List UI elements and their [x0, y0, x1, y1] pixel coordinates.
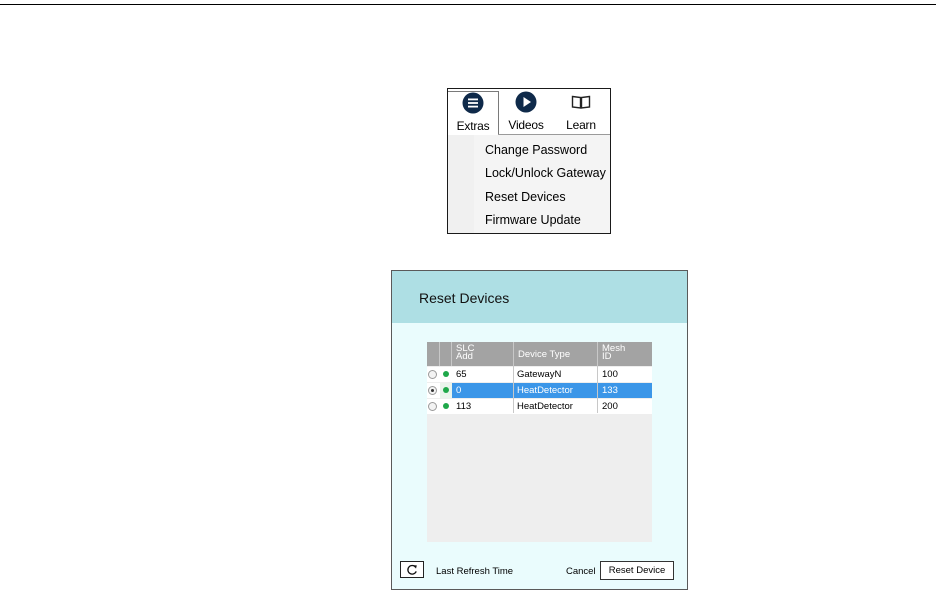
cell-device-type: HeatDetector: [517, 401, 573, 412]
cell-device-type: GatewayN: [517, 369, 562, 380]
toolbar-tab-learn[interactable]: Learn: [555, 91, 607, 135]
header-slc-add[interactable]: SLC Add: [452, 342, 514, 366]
play-icon: [515, 91, 537, 113]
cell-mesh-id: 200: [602, 401, 618, 412]
cell-slc-add: 65: [456, 369, 467, 380]
toolbar-tab-label: Extras: [456, 119, 490, 133]
cell-mesh-id: 133: [602, 385, 618, 396]
row-radio-checked[interactable]: [428, 386, 437, 395]
header-label: Device Type: [518, 349, 571, 360]
row-radio[interactable]: [428, 370, 437, 379]
grid-header: SLC Add Device Type Mesh ID: [427, 342, 652, 366]
table-row[interactable]: 113 HeatDetector 200: [427, 399, 652, 414]
toolbar-tab-extras[interactable]: Extras: [448, 91, 499, 135]
cell-device-type: HeatDetector: [517, 385, 573, 396]
header-mesh-id[interactable]: Mesh ID: [598, 342, 652, 366]
dropdown-gutter: [448, 135, 474, 233]
row-radio[interactable]: [428, 402, 437, 411]
menu-item-change-password[interactable]: Change Password: [485, 143, 587, 157]
dialog-header: Reset Devices: [392, 271, 687, 323]
header-label: Add: [456, 351, 473, 362]
toolbar-tab-videos[interactable]: Videos: [500, 91, 552, 135]
cancel-link[interactable]: Cancel: [566, 566, 596, 577]
status-dot: [443, 371, 449, 377]
header-select-cell: [427, 342, 440, 366]
cell-slc-add: 0: [456, 385, 462, 396]
menu-item-firmware-update[interactable]: Firmware Update: [485, 213, 581, 227]
header-label: ID: [602, 351, 612, 362]
row-radio-wrap: [427, 383, 440, 398]
status-cell: [440, 383, 452, 398]
row-radio-wrap: [427, 367, 440, 382]
status-dot: [443, 403, 449, 409]
reset-devices-dialog: Reset Devices SLC Add Device Type Mesh I…: [391, 270, 688, 590]
toolbar-tab-label: Videos: [508, 118, 544, 132]
header-device-type[interactable]: Device Type: [514, 342, 598, 366]
header-status-cell: [440, 342, 452, 366]
status-dot: [443, 387, 449, 393]
column-separator: [597, 366, 598, 413]
cell-mesh-id: 100: [602, 369, 618, 380]
menu-icon: [462, 92, 484, 114]
last-refresh-time-label: Last Refresh Time: [436, 566, 514, 577]
column-separator: [513, 366, 514, 413]
page-top-rule: [0, 4, 936, 5]
extras-menu-screenshot: Extras Videos Learn Change Password Lock…: [447, 88, 611, 234]
extras-dropdown: Change Password Lock/Unlock Gateway Rese…: [448, 135, 610, 233]
row-radio-wrap: [427, 399, 440, 414]
menu-item-lock-unlock-gateway[interactable]: Lock/Unlock Gateway: [485, 166, 606, 180]
toolbar: Extras Videos Learn: [448, 89, 610, 137]
table-row-selected[interactable]: 0 HeatDetector 133: [427, 383, 652, 398]
cell-slc-add: 113: [456, 401, 472, 412]
book-icon: [571, 95, 591, 109]
menu-item-reset-devices[interactable]: Reset Devices: [485, 190, 566, 204]
refresh-button[interactable]: [400, 561, 424, 578]
toolbar-tab-label: Learn: [566, 118, 596, 132]
table-row[interactable]: 65 GatewayN 100: [427, 367, 652, 382]
device-grid: SLC Add Device Type Mesh ID 65 GatewayN …: [427, 342, 652, 542]
dialog-title: Reset Devices: [419, 290, 510, 306]
refresh-icon: [407, 564, 417, 575]
reset-device-button[interactable]: Reset Device: [600, 561, 674, 580]
